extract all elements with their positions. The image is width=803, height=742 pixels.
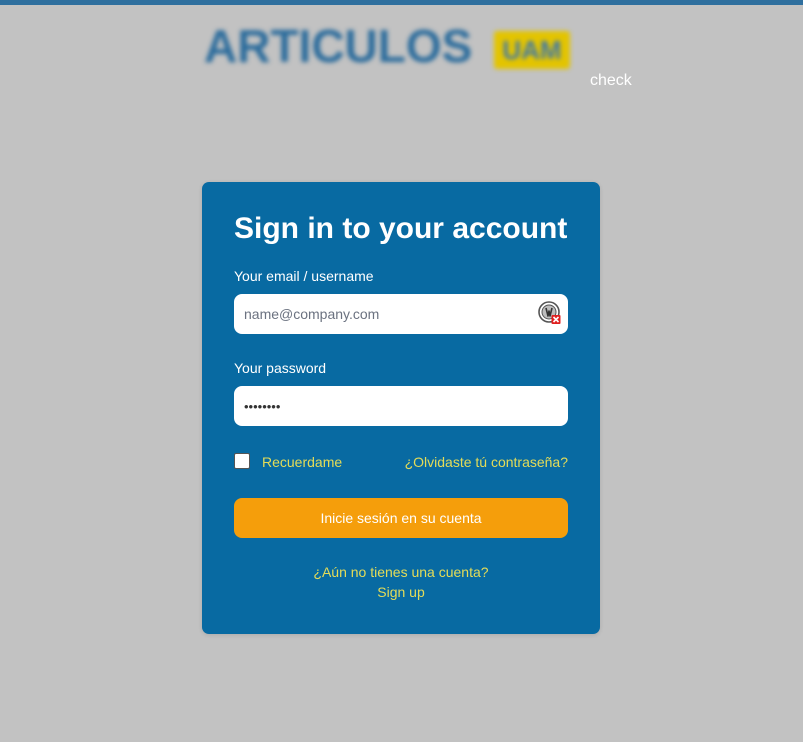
brand-title: ARTICULOS: [204, 20, 473, 72]
email-field-wrapper: [234, 294, 568, 334]
login-card: Sign in to your account Your email / use…: [202, 182, 600, 634]
email-label: Your email / username: [234, 268, 374, 284]
brand-logo: ARTICULOS UAM: [204, 20, 570, 72]
remember-label: Recuerdame: [262, 454, 343, 470]
no-account-text: ¿Aún no tienes una cuenta?: [313, 564, 489, 580]
email-input[interactable]: [234, 294, 568, 334]
forgot-password-link[interactable]: ¿Olvidaste tú contraseña?: [405, 454, 568, 470]
signup-link-row: Sign up: [202, 584, 600, 600]
top-accent-bar: [0, 0, 803, 5]
password-manager-icon[interactable]: [538, 301, 562, 325]
password-input[interactable]: [234, 386, 568, 426]
login-title: Sign in to your account: [234, 212, 568, 245]
check-text: check: [590, 72, 632, 89]
password-label: Your password: [234, 360, 327, 376]
brand-badge: UAM: [494, 31, 570, 69]
password-field-wrapper: [234, 386, 568, 426]
sign-in-button[interactable]: Inicie sesión en su cuenta: [234, 498, 568, 538]
remember-checkbox[interactable]: [234, 453, 250, 469]
signup-link[interactable]: Sign up: [377, 584, 424, 600]
